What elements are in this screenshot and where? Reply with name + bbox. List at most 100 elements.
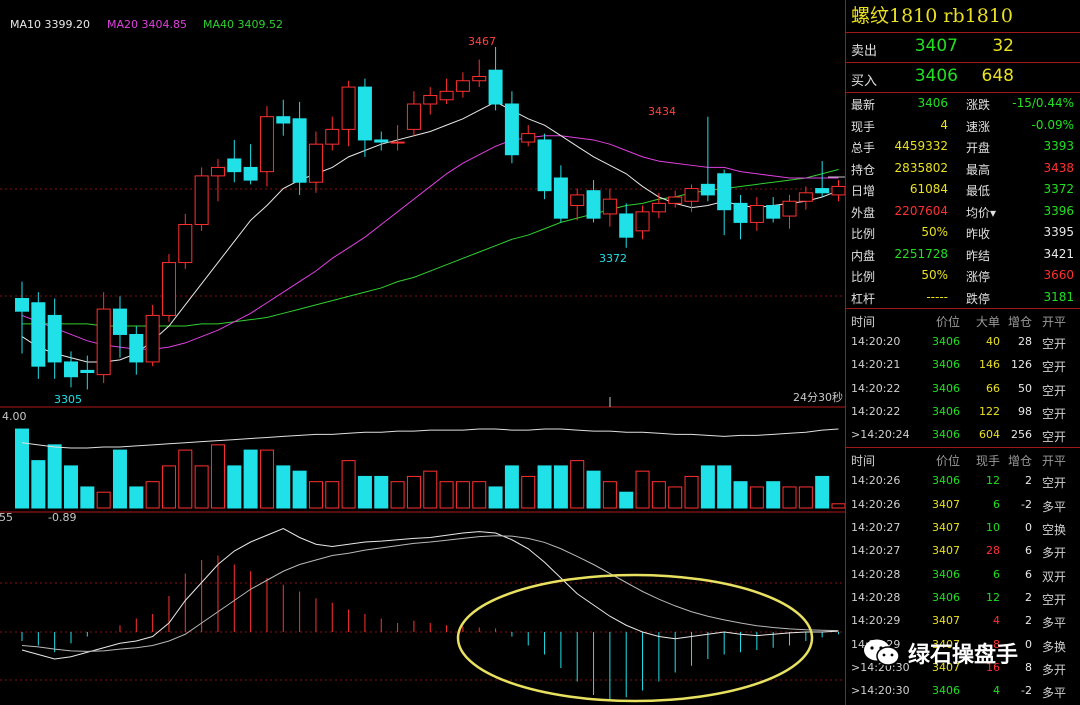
ma20-label: MA20 3404.85 bbox=[107, 18, 187, 31]
bid-row[interactable]: 买入 3406 648 bbox=[846, 63, 1080, 93]
column-header: 开平 bbox=[1042, 454, 1067, 469]
volume-bar bbox=[815, 475, 830, 509]
candle-body bbox=[766, 204, 781, 219]
time-cell: >14:20:30 bbox=[851, 684, 910, 698]
column-header: 价位 bbox=[935, 454, 960, 469]
table-row[interactable]: 14:20:27 3407 10 0 空换 bbox=[846, 517, 1080, 540]
countdown-label: 24分30秒 bbox=[793, 390, 843, 404]
stat-value: 3396 bbox=[1043, 203, 1074, 218]
candle-body bbox=[145, 314, 160, 363]
candle-body bbox=[700, 183, 715, 196]
open-close-cell: 多平 bbox=[1042, 616, 1067, 631]
volume-ma-line bbox=[21, 428, 839, 449]
time-cell: 14:20:28 bbox=[851, 590, 901, 604]
stat-label: 开盘 bbox=[966, 141, 991, 155]
stat-value: ----- bbox=[926, 289, 948, 304]
table-row[interactable]: 14:20:29 3407 4 2 多平 bbox=[846, 610, 1080, 633]
ask-label: 卖出 bbox=[851, 44, 878, 59]
volume-bar bbox=[586, 470, 601, 509]
qty-cell: 604 bbox=[979, 428, 1000, 442]
volume-bar bbox=[684, 475, 699, 509]
candle-body bbox=[129, 333, 144, 363]
open-close-cell: 空开 bbox=[1042, 406, 1067, 421]
ask-row[interactable]: 卖出 3407 32 bbox=[846, 33, 1080, 63]
candle-body bbox=[619, 213, 634, 238]
table-row[interactable]: 14:20:22 3406 66 50 空开 bbox=[846, 378, 1080, 401]
candle-body bbox=[798, 192, 813, 202]
open-close-cell: 空开 bbox=[1042, 337, 1067, 351]
oi-change-cell: 6 bbox=[1025, 567, 1032, 581]
stat-value: 3395 bbox=[1043, 225, 1074, 239]
volume-bar bbox=[31, 460, 46, 509]
time-cell: 14:20:22 bbox=[851, 404, 901, 418]
candle-body bbox=[194, 175, 209, 226]
quote-stats: 最新 3406 涨跌 -15/0.44% 现手 4 速涨 -0.09% 总手 4459332 开盘 3… bbox=[846, 93, 1080, 309]
volume-bar bbox=[15, 428, 29, 509]
candle-body bbox=[178, 224, 193, 264]
stat-label: 跌停 bbox=[966, 291, 991, 306]
column-header: 增仓 bbox=[1007, 454, 1032, 469]
time-cell: 14:20:28 bbox=[851, 567, 901, 581]
open-close-cell: 空换 bbox=[1042, 523, 1067, 538]
volume-bar bbox=[504, 465, 519, 509]
label-high: 3467 bbox=[468, 35, 496, 48]
volume-bar bbox=[439, 481, 454, 509]
volume-bar bbox=[374, 475, 389, 509]
table-row[interactable]: 14:20:22 3406 122 98 空开 bbox=[846, 401, 1080, 424]
price-cell: 3407 bbox=[932, 614, 960, 628]
table-header: 时间 价位 现手 增仓 开平 bbox=[846, 448, 1080, 470]
stat-label: 速涨 bbox=[966, 119, 991, 134]
table-row[interactable]: 14:20:26 3406 12 2 空开 bbox=[846, 470, 1080, 493]
candle-body bbox=[243, 166, 258, 181]
stat-row: 比例 50% 昨收 3395 bbox=[846, 222, 1080, 244]
label-peak2: 3434 bbox=[648, 105, 676, 118]
volume-bar bbox=[227, 465, 242, 509]
table-row[interactable]: 14:20:20 3406 40 28 空开 bbox=[846, 331, 1080, 354]
volume-bar bbox=[341, 460, 356, 509]
open-close-cell: 多平 bbox=[1042, 686, 1067, 701]
time-cell: 14:20:26 bbox=[851, 474, 901, 488]
table-row[interactable]: >14:20:30 3406 4 -2 多平 bbox=[846, 680, 1080, 703]
time-cell: 14:20:26 bbox=[851, 497, 901, 511]
volume-bar bbox=[700, 465, 715, 509]
candle-body bbox=[47, 314, 62, 363]
stat-row: 外盘 2207604 均价▾ 3396 bbox=[846, 201, 1080, 223]
table-row[interactable]: >14:20:24 3406 604 256 空开 bbox=[846, 424, 1080, 447]
stat-value: 4 bbox=[940, 117, 948, 132]
table-row[interactable]: 14:20:21 3406 146 126 空开 bbox=[846, 354, 1080, 377]
kline-chart-area[interactable]: 3467 3434 3372 3305 24分30秒 4.00 55 -0.89 bbox=[0, 0, 845, 705]
volume-bar bbox=[635, 470, 650, 509]
open-close-cell: 空开 bbox=[1042, 476, 1067, 491]
stat-value: 3421 bbox=[1043, 246, 1074, 261]
candle-body bbox=[831, 185, 845, 196]
price-cell: 3407 bbox=[932, 521, 960, 535]
price-cell: 3406 bbox=[932, 567, 960, 581]
table-row[interactable]: 14:20:28 3406 6 6 双开 bbox=[846, 564, 1080, 587]
bid-volume: 648 bbox=[981, 66, 1014, 86]
table-row[interactable]: 14:20:28 3406 12 2 空开 bbox=[846, 587, 1080, 610]
candle-body bbox=[80, 369, 95, 374]
macd-value-label: -0.89 bbox=[48, 511, 76, 524]
stat-label: 昨结 bbox=[966, 248, 991, 263]
stat-value: 3393 bbox=[1043, 139, 1074, 153]
macd-indicator bbox=[21, 527, 839, 700]
candle-body bbox=[668, 196, 683, 204]
stat-label[interactable]: 均价▾ bbox=[966, 204, 996, 221]
volume-bar bbox=[472, 481, 487, 509]
stat-row: 杠杆 ----- 跌停 3181 bbox=[846, 287, 1080, 309]
table-header: 时间 价位 大单 增仓 开平 bbox=[846, 309, 1080, 331]
stat-label: 最低 bbox=[966, 184, 991, 198]
highlight-ellipse bbox=[456, 573, 814, 703]
volume-bar bbox=[570, 460, 585, 509]
qty-cell: 28 bbox=[986, 544, 1000, 558]
dif-line bbox=[21, 527, 839, 660]
volume-bar bbox=[553, 465, 568, 509]
big-order-table[interactable]: 时间 价位 大单 增仓 开平 14:20:20 3406 40 28 空开 14:20:21 3406… bbox=[846, 309, 1080, 449]
time-cell: 14:20:22 bbox=[851, 381, 901, 395]
table-row[interactable]: 14:20:26 3407 6 -2 多平 bbox=[846, 494, 1080, 517]
stat-value: 3372 bbox=[1043, 182, 1074, 196]
stat-value: 3438 bbox=[1043, 160, 1074, 175]
ask-volume: 32 bbox=[992, 36, 1014, 56]
table-row[interactable]: 14:20:27 3407 28 6 多开 bbox=[846, 540, 1080, 563]
volume-bar bbox=[766, 481, 781, 509]
